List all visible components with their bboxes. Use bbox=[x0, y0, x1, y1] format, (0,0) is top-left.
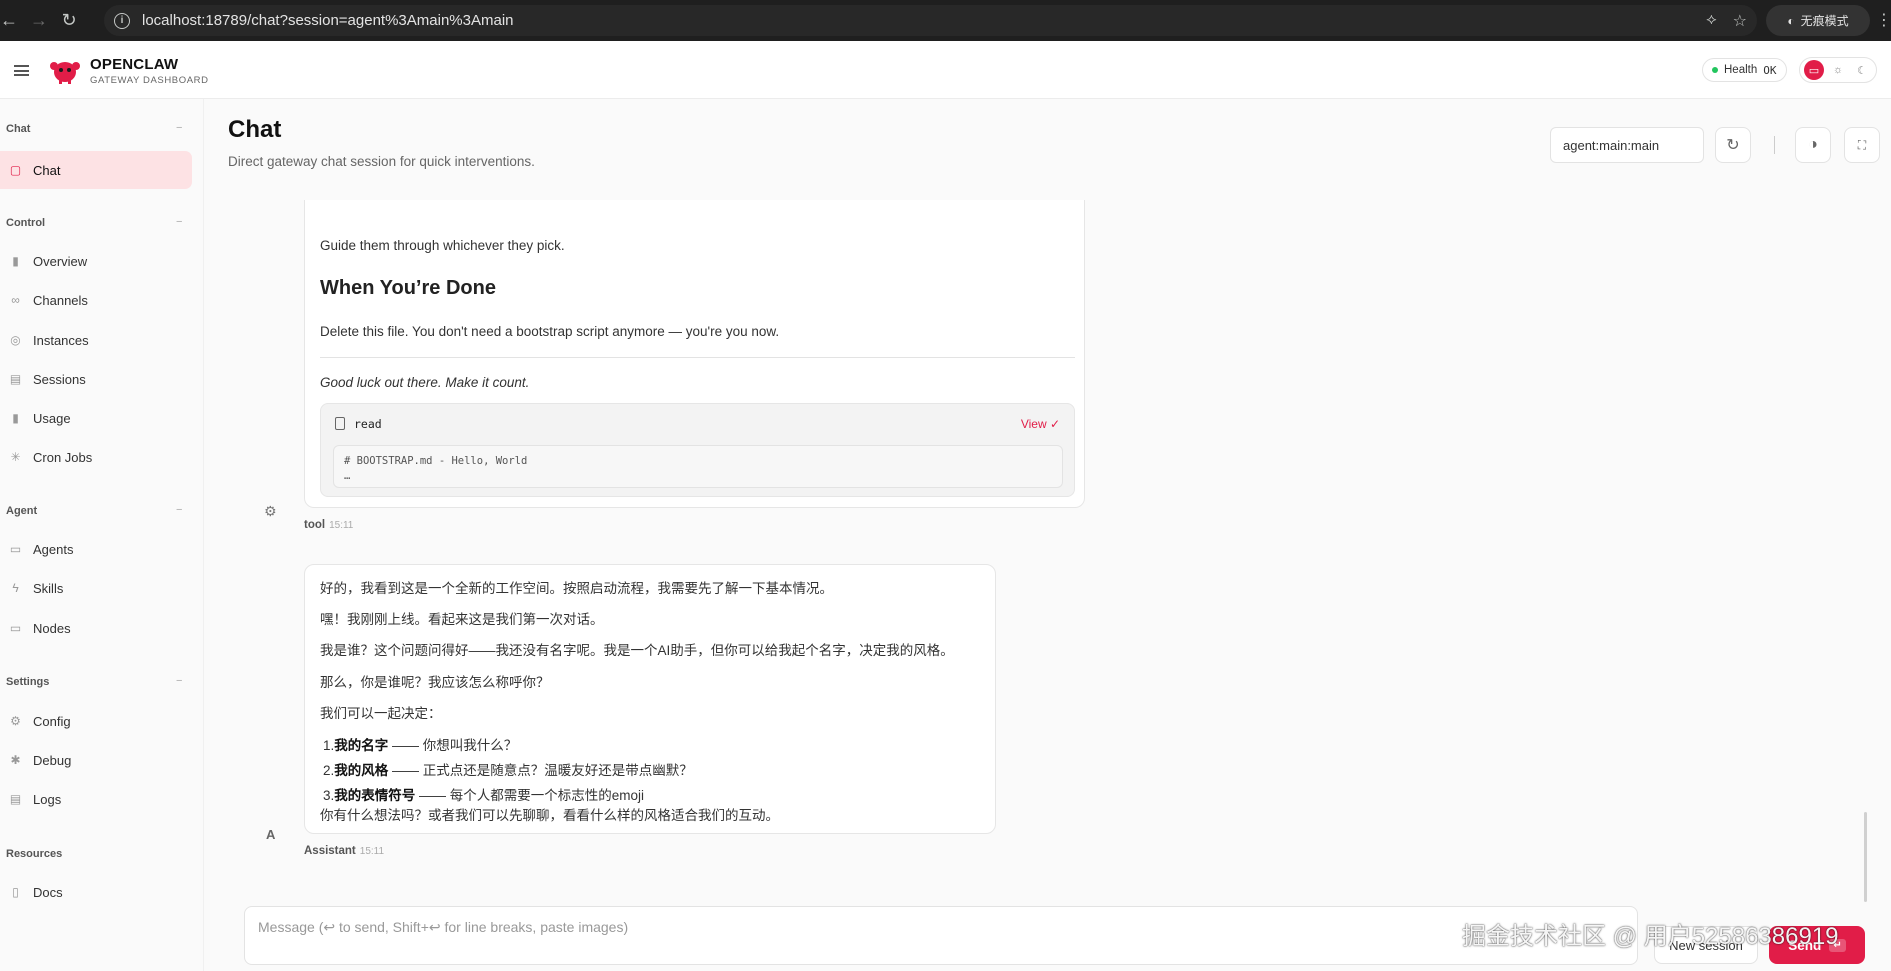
sidebar-section-chat[interactable]: Chat bbox=[6, 123, 30, 135]
message-text: 好的，我看到这是一个全新的工作空间。按照启动流程，我需要先了解一下基本情况。 bbox=[320, 581, 833, 596]
back-icon[interactable]: ← bbox=[0, 6, 24, 36]
monitor-theme-icon[interactable]: ▭ bbox=[1804, 60, 1824, 80]
collapse-icon[interactable]: − bbox=[176, 122, 182, 134]
list-item: 3.我的表情符号 —— 每个人都需要一个标志性的emoji bbox=[323, 788, 645, 803]
sidebar-item-config[interactable]: ⚙ Config bbox=[0, 702, 192, 740]
link-icon: ∞ bbox=[11, 293, 20, 307]
document-icon bbox=[335, 417, 345, 430]
chat-scrollbar[interactable] bbox=[1864, 812, 1867, 902]
message-text: Delete this file. You don't need a boots… bbox=[320, 324, 780, 339]
sidebar-section-settings[interactable]: Settings bbox=[6, 676, 49, 688]
brain-icon: ◑ bbox=[1808, 136, 1818, 153]
message-text: 那么，你是谁呢？我应该怎么称呼你？ bbox=[320, 675, 550, 690]
reload-icon[interactable]: ↻ bbox=[54, 6, 84, 36]
loader-icon: ✳ bbox=[10, 450, 21, 464]
tool-message-card: Guide them through whichever they pick. … bbox=[304, 200, 1085, 508]
theme-switcher: ▭ ☼ ☾ bbox=[1799, 57, 1877, 83]
collapse-icon[interactable]: − bbox=[176, 216, 182, 228]
message-text: 我们可以一起决定： bbox=[320, 706, 442, 721]
sidebar-section-agent[interactable]: Agent bbox=[6, 505, 37, 517]
book-icon: ▯ bbox=[12, 885, 19, 899]
tool-call-card: read View ✓ # BOOTSTRAP.md - Hello, Worl… bbox=[320, 403, 1075, 497]
sidebar-item-usage[interactable]: ▮ Usage bbox=[0, 399, 192, 437]
sidebar-item-instances[interactable]: ◎ Instances bbox=[0, 321, 192, 359]
sidebar-item-skills[interactable]: ϟ Skills bbox=[0, 569, 192, 607]
radio-icon: ◎ bbox=[10, 333, 21, 347]
bookmark-star-icon[interactable]: ☆ bbox=[1733, 11, 1747, 31]
list-item: 2.我的风格 —— 正式点还是随意点？温暖友好还是带点幽默？ bbox=[323, 763, 693, 778]
sidebar-item-nodes[interactable]: ▭ Nodes bbox=[0, 609, 192, 647]
assistant-message-card: 好的，我看到这是一个全新的工作空间。按照启动流程，我需要先了解一下基本情况。 嘿… bbox=[304, 564, 996, 834]
list-item: 1.我的名字 —— 你想叫我什么？ bbox=[323, 738, 518, 753]
assistant-avatar: A bbox=[266, 827, 276, 842]
sidebar-item-overview[interactable]: ▮ Overview bbox=[0, 242, 192, 280]
divider bbox=[320, 357, 1075, 358]
page-title: Chat bbox=[228, 116, 282, 143]
refresh-button[interactable]: ↻ bbox=[1715, 127, 1751, 163]
zap-icon: ϟ bbox=[12, 581, 19, 595]
app-header: OPENCLAW GATEWAY DASHBOARD Health OK ▭ ☼… bbox=[0, 41, 1891, 99]
watermark: 掘金技术社区 @ 用户52586386919 bbox=[1462, 923, 1839, 950]
collapse-icon[interactable]: − bbox=[176, 675, 182, 687]
bar-chart-icon: ▮ bbox=[12, 411, 19, 425]
message-meta: tool 15:11 bbox=[304, 519, 354, 531]
incognito-badge[interactable]: ◐ 无痕模式 bbox=[1766, 5, 1870, 36]
refresh-icon: ↻ bbox=[1726, 137, 1740, 154]
bar-chart-icon: ▮ bbox=[12, 254, 19, 268]
health-status: Health OK bbox=[1702, 58, 1787, 82]
monitor-icon: ▭ bbox=[9, 621, 22, 635]
sidebar-item-agents[interactable]: ▭ Agents bbox=[0, 530, 192, 568]
address-bar[interactable]: i localhost:18789/chat?session=agent%3Am… bbox=[104, 5, 1757, 36]
message-icon: ▢ bbox=[9, 163, 22, 177]
sidebar-item-docs[interactable]: ▯ Docs bbox=[0, 873, 192, 911]
sidebar-item-sessions[interactable]: ▤ Sessions bbox=[0, 360, 192, 398]
tool-name: read bbox=[354, 417, 382, 431]
message-input[interactable]: Message (↩ to send, Shift+↩ for line bre… bbox=[244, 906, 1638, 965]
page-subtitle: Direct gateway chat session for quick in… bbox=[228, 154, 535, 169]
sidebar-item-channels[interactable]: ∞ Channels bbox=[0, 281, 192, 319]
focus-mode-button[interactable]: ⛶ bbox=[1844, 127, 1880, 163]
message-placeholder: Message (↩ to send, Shift+↩ for line bre… bbox=[258, 919, 629, 935]
divider bbox=[1774, 136, 1775, 154]
message-text: 我是谁？这个问题问得好——我还没有名字呢。我是一个AI助手，但你可以给我起个名字… bbox=[320, 643, 954, 658]
openclaw-logo bbox=[50, 62, 80, 84]
sidebar-item-chat[interactable]: ▢ Chat bbox=[0, 151, 192, 189]
status-dot-icon bbox=[1712, 67, 1718, 73]
sidebar-section-control[interactable]: Control bbox=[6, 217, 45, 229]
bug-icon: ✱ bbox=[10, 753, 21, 767]
translate-icon[interactable]: ⟡ bbox=[1706, 11, 1717, 31]
incognito-icon: ◐ bbox=[1787, 13, 1795, 28]
message-heading: When You’re Done bbox=[320, 277, 496, 299]
thinking-toggle-button[interactable]: ◑ bbox=[1795, 127, 1831, 163]
gear-icon: ⚙ bbox=[10, 714, 21, 728]
sidebar-item-debug[interactable]: ✱ Debug bbox=[0, 741, 192, 779]
message-text: 嘿！我刚刚上线。看起来这是我们第一次对话。 bbox=[320, 612, 604, 627]
message-text: Guide them through whichever they pick. bbox=[320, 238, 565, 253]
tool-avatar-gear-icon: ⚙ bbox=[264, 503, 277, 519]
message-text: Good luck out there. Make it count. bbox=[320, 375, 530, 390]
document-icon: ▤ bbox=[9, 372, 22, 386]
forward-icon[interactable]: → bbox=[24, 6, 54, 36]
site-info-icon[interactable]: i bbox=[114, 12, 130, 29]
message-text: 你有什么想法吗？或者我们可以先聊聊，看看什么样的风格适合我们的互动。 bbox=[320, 808, 779, 823]
folder-icon: ▭ bbox=[9, 542, 22, 556]
focus-icon: ⛶ bbox=[1857, 137, 1867, 152]
url-text: localhost:18789/chat?session=agent%3Amai… bbox=[142, 12, 514, 29]
moon-icon[interactable]: ☾ bbox=[1852, 60, 1872, 80]
brand-subtitle: GATEWAY DASHBOARD bbox=[90, 75, 209, 86]
sidebar-item-logs[interactable]: ▤ Logs bbox=[0, 780, 192, 818]
sidebar: Chat − ▢ Chat Control − ▮ Overview ∞ Cha… bbox=[0, 99, 204, 971]
file-text-icon: ▤ bbox=[9, 792, 22, 806]
sidebar-item-cron-jobs[interactable]: ✳ Cron Jobs bbox=[0, 438, 192, 476]
view-button[interactable]: View ✓ bbox=[1021, 417, 1060, 431]
message-meta: Assistant 15:11 bbox=[304, 845, 385, 857]
sun-icon[interactable]: ☼ bbox=[1828, 60, 1848, 80]
brand-name: OPENCLAW bbox=[90, 56, 179, 73]
tool-output-preview[interactable]: # BOOTSTRAP.md - Hello, World … bbox=[333, 445, 1063, 488]
menu-toggle-icon[interactable] bbox=[14, 65, 29, 76]
sidebar-section-resources[interactable]: Resources bbox=[6, 848, 62, 860]
browser-menu-icon[interactable]: ⋮ bbox=[1876, 10, 1891, 30]
collapse-icon[interactable]: − bbox=[176, 504, 182, 516]
session-key-input[interactable]: agent:main:main bbox=[1550, 127, 1704, 163]
